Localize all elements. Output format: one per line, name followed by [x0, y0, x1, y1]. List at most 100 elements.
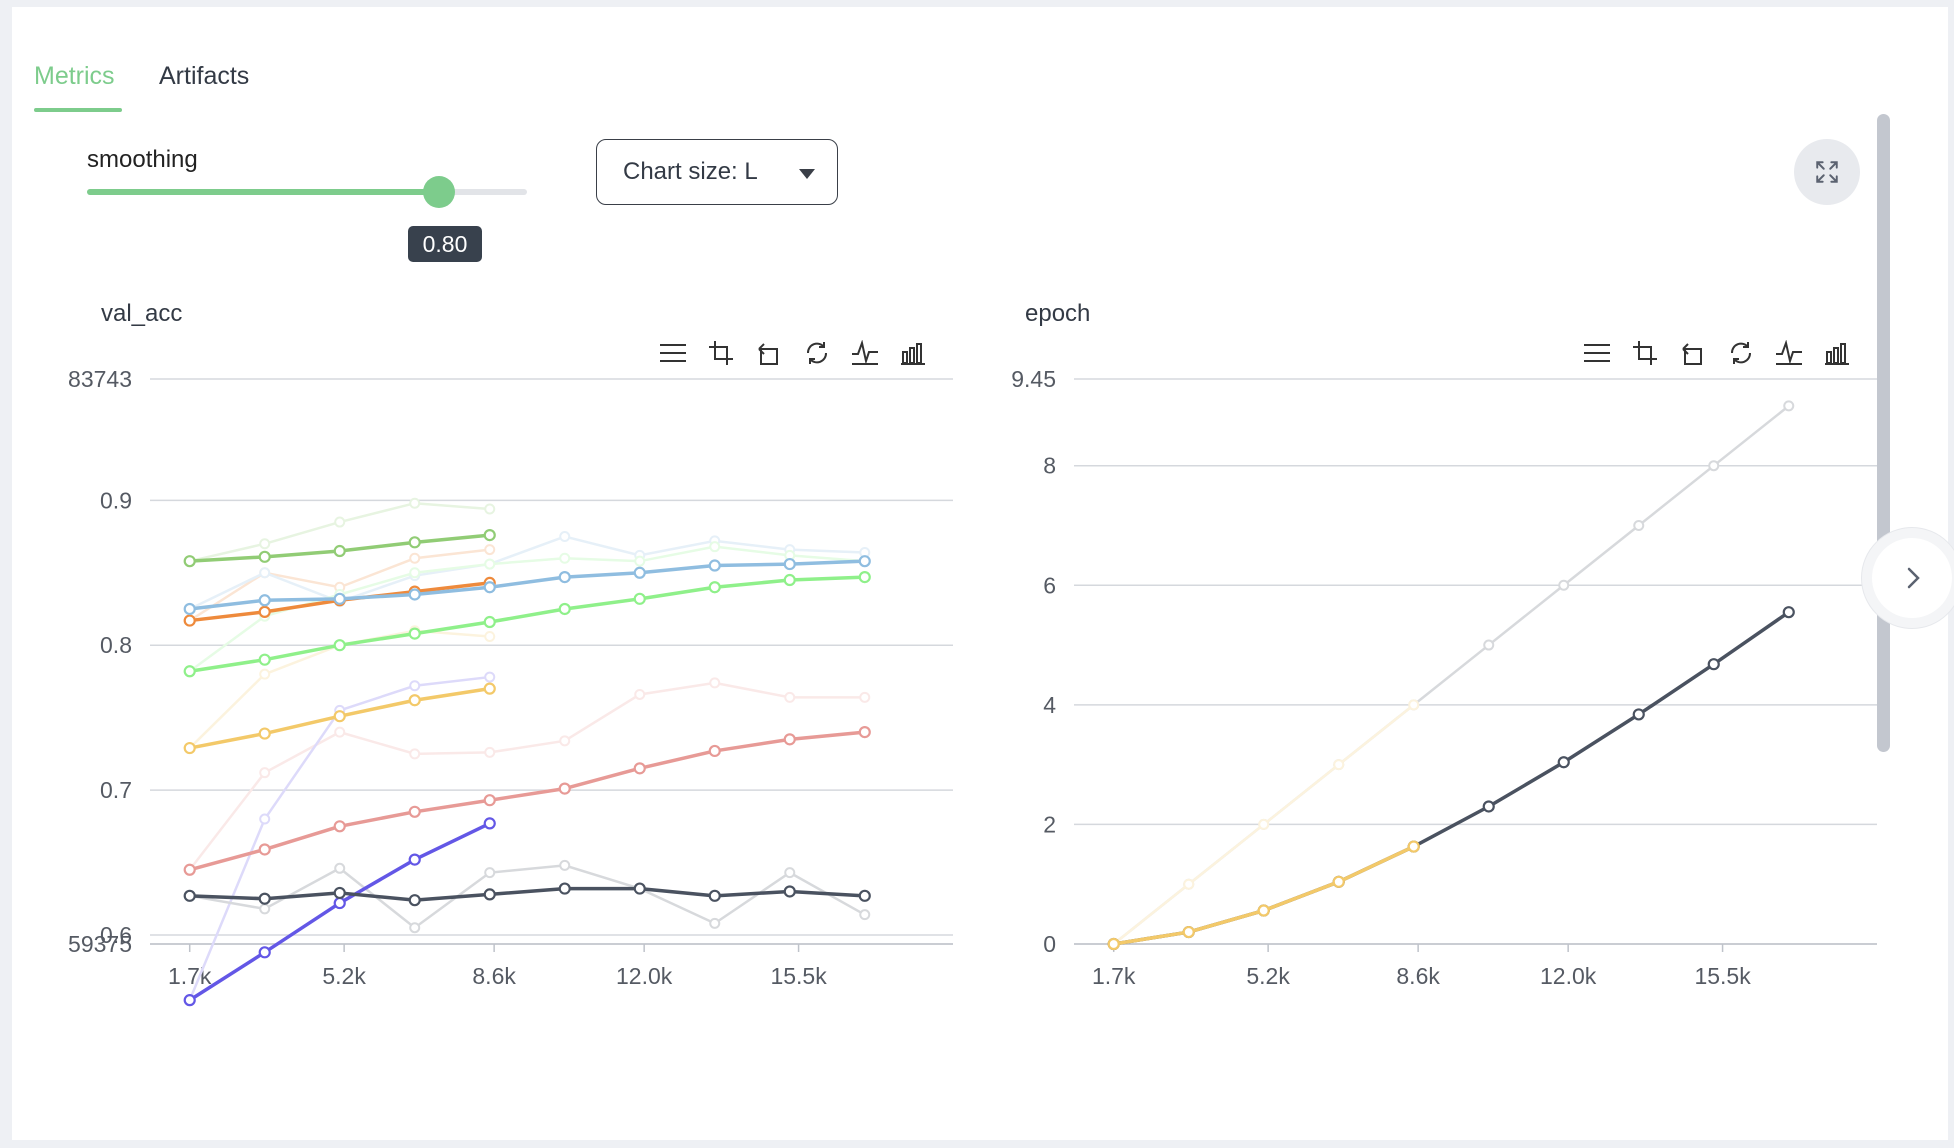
data-point	[258, 843, 271, 856]
chevron-right-icon	[1907, 567, 1920, 589]
raw-data-point	[709, 917, 721, 929]
data-point	[258, 892, 271, 905]
y-tick-label: 0	[1043, 931, 1056, 957]
data-point	[708, 889, 721, 902]
data-point	[558, 571, 571, 584]
data-point	[408, 805, 421, 818]
raw-data-point	[1183, 878, 1195, 890]
data-point	[783, 885, 796, 898]
raw-data-point	[334, 516, 346, 528]
data-point	[258, 550, 271, 563]
data-point	[1632, 708, 1645, 721]
data-point	[333, 544, 346, 558]
raw-data-point	[409, 497, 421, 509]
data-point	[183, 602, 196, 616]
raw-data-point	[559, 552, 571, 564]
raw-data-point	[1258, 818, 1270, 830]
raw-data-point	[409, 552, 421, 564]
data-point	[558, 882, 571, 895]
data-point	[558, 782, 571, 795]
chart-val-acc[interactable]: 0.60.70.80.959375837431.7k 5.2k 8.6k 12.0k 1…	[0, 0, 1000, 1007]
x-tick-label: 5.2k	[322, 963, 366, 989]
raw-data-point	[409, 922, 421, 934]
data-point	[1182, 925, 1195, 939]
raw-data-point	[709, 677, 721, 689]
data-point	[708, 744, 721, 758]
data-point	[183, 555, 196, 568]
raw-data-point	[259, 767, 271, 779]
data-point	[483, 888, 496, 901]
y-tick-label: 0.7	[100, 777, 132, 803]
raw-data-point	[634, 688, 646, 700]
data-point	[183, 889, 196, 902]
y-tick-label: 6	[1043, 572, 1056, 598]
y-tick-label: 2	[1043, 811, 1056, 837]
raw-data-point	[559, 531, 571, 543]
raw-data-point	[784, 691, 796, 703]
y-tick-label: 9.45	[1011, 366, 1056, 392]
data-point	[333, 592, 346, 605]
data-point	[633, 566, 646, 579]
data-point	[258, 594, 271, 607]
raw-data-point	[1333, 759, 1345, 771]
data-point	[483, 528, 496, 542]
data-point	[483, 817, 496, 830]
raw-data-point	[1483, 639, 1495, 651]
data-point	[408, 588, 421, 601]
x-tick-label: 15.5k	[1694, 963, 1751, 989]
y-tick-label: 0.9	[100, 487, 132, 513]
raw-data-point	[484, 746, 496, 758]
raw-data-point	[1708, 460, 1720, 472]
data-point	[258, 605, 271, 618]
data-point	[333, 896, 346, 910]
y-tick-label: 59375	[68, 931, 132, 957]
raw-data-point	[409, 680, 421, 692]
data-point	[783, 733, 796, 746]
raw-data-point	[259, 903, 271, 915]
data-point	[783, 573, 796, 587]
data-point	[858, 555, 871, 568]
data-point	[183, 665, 196, 678]
raw-data-point	[259, 538, 271, 550]
x-tick-label: 1.7k	[1092, 963, 1136, 989]
data-point	[408, 627, 421, 640]
raw-data-point	[484, 631, 496, 643]
raw-data-point	[484, 671, 496, 683]
raw-data-point	[1783, 400, 1795, 412]
raw-data-point	[259, 668, 271, 680]
raw-data-point	[334, 862, 346, 874]
y-tick-label: 0.8	[100, 632, 132, 658]
data-point	[858, 571, 871, 584]
chart-epoch[interactable]: 0 2 4 6 8 9.45 1.7k 5.2k 8.6k 12.0k 15.5k	[920, 0, 1920, 989]
data-point	[183, 741, 196, 755]
data-point	[333, 820, 346, 833]
data-point	[633, 762, 646, 775]
data-point	[258, 727, 271, 740]
data-point	[408, 894, 421, 907]
raw-data-point	[484, 544, 496, 556]
x-tick-label: 5.2k	[1246, 963, 1290, 989]
data-point	[183, 863, 196, 876]
data-point	[558, 602, 571, 616]
data-point	[483, 581, 496, 594]
x-tick-label: 8.6k	[472, 963, 516, 989]
data-point	[333, 886, 346, 900]
data-point	[333, 710, 346, 723]
data-point	[1482, 800, 1495, 813]
raw-data-point	[634, 555, 646, 567]
data-point	[183, 614, 196, 627]
data-point	[1332, 875, 1345, 888]
data-point	[1107, 937, 1120, 951]
data-point	[1557, 756, 1570, 769]
data-point	[408, 694, 421, 707]
raw-data-point	[1633, 519, 1645, 531]
data-point	[783, 557, 796, 571]
raw-data-point	[559, 859, 571, 871]
next-chart-button[interactable]	[1862, 528, 1954, 628]
data-point	[1407, 840, 1420, 853]
y-tick-label: 83743	[68, 366, 132, 392]
raw-data-point	[484, 558, 496, 570]
data-point	[258, 653, 271, 666]
data-point	[858, 726, 871, 739]
data-point	[1257, 904, 1270, 917]
